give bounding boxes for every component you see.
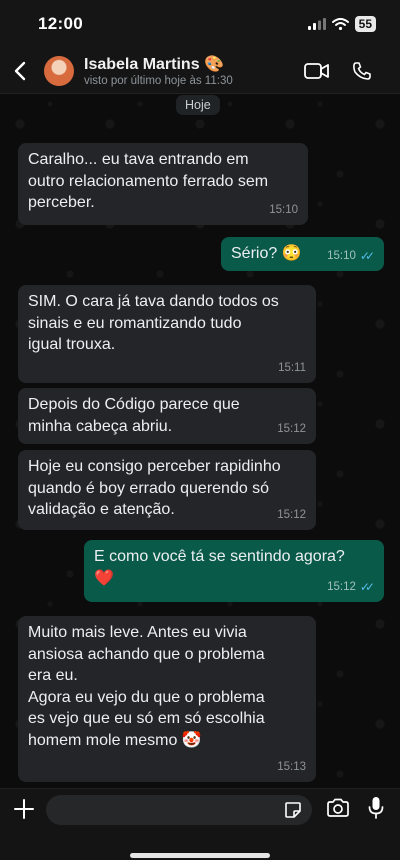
video-call-button[interactable] [304,62,330,80]
sticker-button[interactable] [284,801,302,819]
message-time: 15:10 [327,249,356,262]
camera-button[interactable] [326,798,350,818]
message-text: Muito mais leve. Antes eu vivia ansiosa … [28,624,265,749]
attach-button[interactable] [12,797,36,821]
microphone-icon [368,797,384,819]
wifi-icon [331,18,349,30]
message-time: 15:11 [278,361,306,374]
message-meta: 15:12 [277,419,306,441]
plus-icon [14,799,34,819]
message-incoming[interactable]: Hoje eu consigo perceber rapidinho quand… [18,450,316,530]
message-text: Hoje eu consigo perceber rapidinho quand… [28,458,281,518]
contact-name-emoji: 🎨 [204,56,224,73]
avatar[interactable] [44,55,74,86]
header-actions [304,61,372,81]
message-incoming[interactable]: Depois do Código parece que minha cabeça… [18,388,316,444]
message-outgoing[interactable]: E como você tá se sentindo agora? ❤️ 15:… [84,540,384,602]
home-indicator[interactable] [130,853,270,858]
video-call-icon [304,62,329,79]
message-time: 15:13 [277,760,306,773]
message-time: 15:12 [277,508,306,521]
read-ticks-icon: ✓✓ [359,248,375,263]
message-time: 15:10 [269,203,298,216]
message-meta: 15:10 ✓✓ [327,246,375,268]
sticker-icon [285,802,301,818]
message-text: SIM. O cara já tava dando todos os sinai… [28,293,279,353]
message-meta: 15:12 ✓✓ [327,577,375,599]
camera-icon [327,798,349,817]
back-arrow-icon [14,61,26,81]
message-meta: 15:10 [269,200,298,222]
message-meta: 15:13 [277,757,306,779]
contact-name-text: Isabela Martins [84,56,200,73]
message-time: 15:12 [277,422,306,435]
phone-icon [353,61,371,80]
message-text: Caralho... eu tava entrando em outro rel… [28,151,269,211]
microphone-button[interactable] [368,796,384,820]
voice-call-button[interactable] [352,61,372,81]
message-outgoing[interactable]: Sério? 😳 15:10 ✓✓ [221,237,384,271]
read-ticks-icon: ✓✓ [359,579,375,594]
chat-area[interactable]: Hoje Caralho... eu tava entrando em outr… [0,94,400,788]
status-bar: 12:00 55 [0,0,400,48]
signal-icon [307,18,326,30]
back-button[interactable] [2,61,38,81]
message-input[interactable] [46,795,312,825]
message-meta: 15:12 [277,505,306,527]
message-meta: 15:11 [278,358,306,380]
contact-name: Isabela Martins 🎨 [84,54,304,74]
date-separator: Hoje [176,95,220,115]
message-incoming[interactable]: Caralho... eu tava entrando em outro rel… [18,143,308,225]
message-incoming[interactable]: SIM. O cara já tava dando todos os sinai… [18,285,316,383]
message-incoming[interactable]: Muito mais leve. Antes eu vivia ansiosa … [18,616,316,782]
last-seen-status: visto por último hoje às 11:30 [84,75,233,87]
contact-info[interactable]: Isabela Martins 🎨 visto por último hoje … [84,54,304,87]
chat-header: Isabela Martins 🎨 visto por último hoje … [0,48,400,94]
status-icons: 55 [307,16,376,32]
message-composer [0,788,400,860]
battery-indicator: 55 [354,16,376,32]
status-time: 12:00 [38,14,83,33]
message-time: 15:12 [327,580,356,593]
message-text: Depois do Código parece que minha cabeça… [28,396,240,435]
